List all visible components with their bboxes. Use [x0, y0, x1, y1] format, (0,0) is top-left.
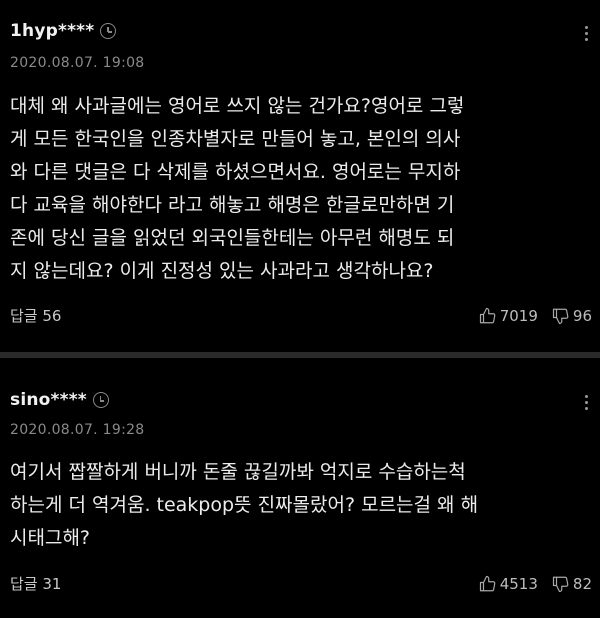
clock-icon	[100, 23, 117, 39]
username[interactable]: 1hyp****	[10, 21, 94, 41]
more-vertical-icon[interactable]	[584, 395, 588, 410]
comment-line: 존에 당신 글을 읽었던 외국인들한테는 아무런 해명도 되	[10, 227, 455, 249]
comment-item: sino**** 2020.08.07. 19:28 여기서 짭짤하게 버니까 …	[0, 358, 600, 618]
comment-item: 1hyp**** 2020.08.07. 19:08 대체 왜 사과글에는 영어…	[0, 0, 600, 352]
thumbs-down-icon	[552, 308, 569, 324]
comment-text: 여기서 짭짤하게 버니까 돈줄 끊길까봐 억지로 수습하는척 하는게 더 역겨움…	[10, 456, 595, 555]
thumbs-up-icon	[479, 575, 496, 591]
like-button[interactable]: 7019	[479, 307, 538, 325]
clock-icon	[92, 392, 109, 408]
dislike-button[interactable]: 96	[552, 307, 592, 325]
reply-button[interactable]: 답글 56	[10, 305, 61, 326]
comment-line: 와 다른 댓글은 다 삭제를 하셨으면서요. 영어로는 무지하	[10, 161, 461, 183]
like-button[interactable]: 4513	[479, 575, 538, 593]
comment-timestamp: 2020.08.07. 19:28	[10, 422, 145, 438]
comment-line: 지 않는데요? 이게 진정성 있는 사과라고 생각하나요?	[10, 260, 434, 282]
comment-line: 여기서 짭짤하게 버니까 돈줄 끊길까봐 억지로 수습하는척	[10, 461, 466, 483]
comment-line: 하는게 더 역겨움. teakpop뜻 진짜몰랐어? 모르는걸 왜 해	[10, 494, 479, 516]
like-count: 7019	[499, 306, 538, 325]
comment-footer: 답글 31 4513 82	[10, 573, 592, 594]
dislike-count: 82	[572, 574, 592, 593]
comment-footer: 답글 56 7019 96	[10, 305, 592, 326]
thumbs-down-icon	[552, 576, 569, 592]
thumbs-up-icon	[479, 307, 496, 323]
comment-line: 대체 왜 사과글에는 영어로 쓰지 않는 건가요?영어로 그렇	[10, 95, 465, 117]
comment-line: 다 교육을 해야한다 라고 해놓고 해명은 한글로만하면 기	[10, 194, 455, 216]
dislike-count: 96	[572, 306, 592, 325]
comment-timestamp: 2020.08.07. 19:08	[10, 55, 145, 71]
comment-header: 1hyp****	[10, 21, 117, 41]
comment-text: 대체 왜 사과글에는 영어로 쓰지 않는 건가요?영어로 그렇 게 모든 한국인…	[10, 90, 595, 288]
reply-button[interactable]: 답글 31	[10, 573, 61, 594]
more-vertical-icon[interactable]	[584, 26, 588, 41]
comment-line: 게 모든 한국인을 인종차별자로 만들어 놓고, 본인의 의사	[10, 128, 461, 150]
dislike-button[interactable]: 82	[552, 575, 592, 593]
comment-header: sino****	[10, 390, 109, 410]
comment-line: 시태그해?	[10, 527, 91, 549]
username[interactable]: sino****	[10, 390, 87, 410]
like-count: 4513	[499, 574, 538, 593]
